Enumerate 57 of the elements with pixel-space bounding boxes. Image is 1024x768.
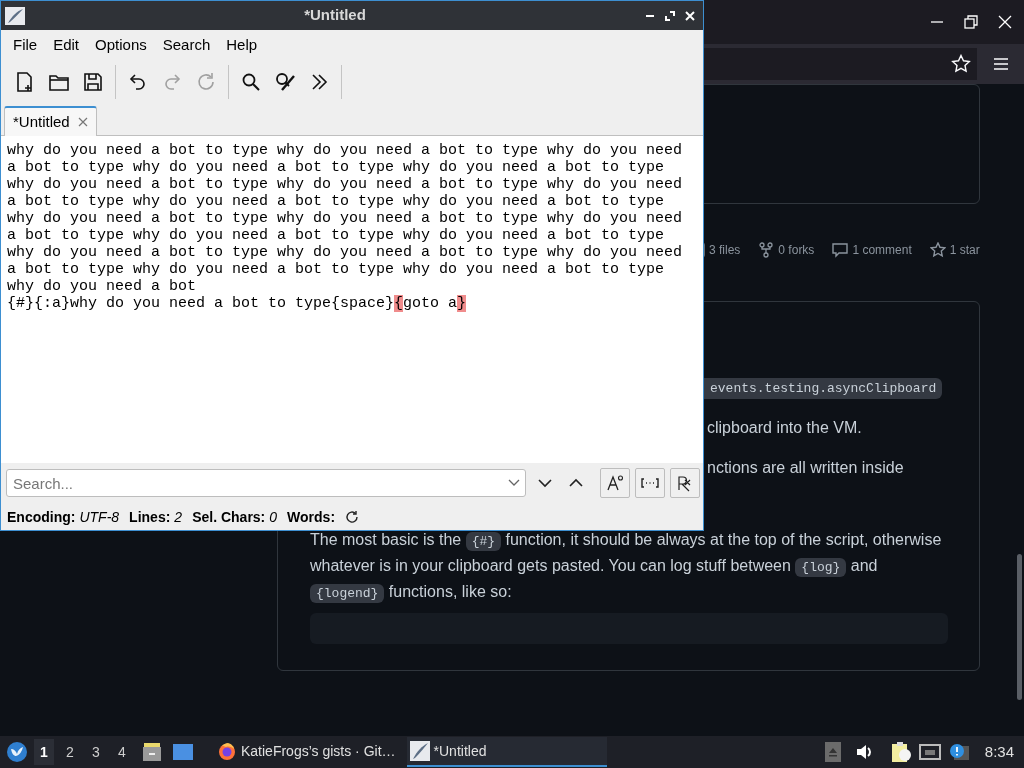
window-title: *Untitled xyxy=(303,5,367,26)
match-case-icon xyxy=(605,473,625,493)
start-menu-icon[interactable] xyxy=(6,741,28,763)
taskbar-task[interactable]: KatieFrogs’s gists · Git… xyxy=(214,737,399,767)
search-field[interactable]: Search... xyxy=(6,469,526,497)
regex-toggle[interactable] xyxy=(670,468,700,498)
clock: 8:34 xyxy=(984,741,1014,762)
text-fragment: clipboard into the VM. xyxy=(707,418,862,438)
gist-stat-link[interactable]: 1 comment xyxy=(832,241,912,259)
network-icon[interactable] xyxy=(918,743,941,761)
menu-item[interactable]: Search xyxy=(154,33,219,57)
menu-item[interactable]: Help xyxy=(218,33,266,57)
tab[interactable]: *Untitled xyxy=(4,106,97,136)
quill-icon xyxy=(409,741,430,761)
workspace-button[interactable]: 3 xyxy=(86,739,106,765)
file-cabinet-icon[interactable] xyxy=(142,742,162,762)
menu-item[interactable]: File xyxy=(5,33,46,57)
menu-item[interactable]: Edit xyxy=(45,33,88,57)
window-icon[interactable] xyxy=(172,743,194,761)
maximize-icon[interactable] xyxy=(665,10,675,21)
status-label: Words: xyxy=(287,507,336,527)
star-icon xyxy=(929,242,946,258)
status-label: Sel. Chars: xyxy=(192,507,266,527)
whole-word-toggle[interactable] xyxy=(635,468,665,498)
save-icon[interactable] xyxy=(81,70,105,94)
refresh-icon[interactable] xyxy=(345,510,360,524)
code-snippet: events.testing.asyncClipboard xyxy=(704,378,943,399)
comment-icon xyxy=(832,242,849,258)
gist-stat-link[interactable]: 0 forks xyxy=(758,241,815,259)
menu-item[interactable]: Options xyxy=(87,33,155,57)
text-area[interactable] xyxy=(1,136,703,463)
notification-icon[interactable] xyxy=(948,742,969,762)
menu-icon[interactable] xyxy=(993,57,1009,71)
eject-icon[interactable] xyxy=(824,742,841,762)
status-value: 2 xyxy=(174,507,183,527)
gist-stat-link[interactable]: 1 star xyxy=(929,241,980,259)
clipboard-icon[interactable] xyxy=(890,741,911,763)
text-fragment: nctions are all written inside xyxy=(707,458,904,478)
chevron-up-icon[interactable] xyxy=(569,478,583,488)
quill-icon xyxy=(5,6,25,25)
restore-icon[interactable] xyxy=(964,15,978,29)
match-case-toggle[interactable] xyxy=(600,468,630,498)
chevron-down-icon[interactable] xyxy=(538,478,552,488)
fork-icon xyxy=(758,242,775,258)
workspace-button[interactable]: 1 xyxy=(34,739,54,765)
status-label: Lines: xyxy=(129,507,171,527)
volume-icon[interactable] xyxy=(854,743,873,761)
status-label: Encoding: xyxy=(7,507,76,527)
fox-globe-icon xyxy=(217,741,237,761)
workspace-button[interactable]: 4 xyxy=(112,739,132,765)
paragraph: The most basic is the {#} function, it should be always at the top of the script, otherwise whatever is in your clipboard gets pasted. You can log stuff between {log} and {logend} functions, like so: xyxy=(310,530,943,605)
star-icon[interactable] xyxy=(951,54,971,74)
code-line: {#}{:a}why do you need a bot to type{space}{goto a} xyxy=(7,295,468,312)
workspace-button[interactable]: 2 xyxy=(60,739,80,765)
taskbar-task[interactable]: *Untitled xyxy=(406,737,607,767)
status-value: 0 xyxy=(269,507,278,527)
status-value: UTF-8 xyxy=(79,507,120,527)
